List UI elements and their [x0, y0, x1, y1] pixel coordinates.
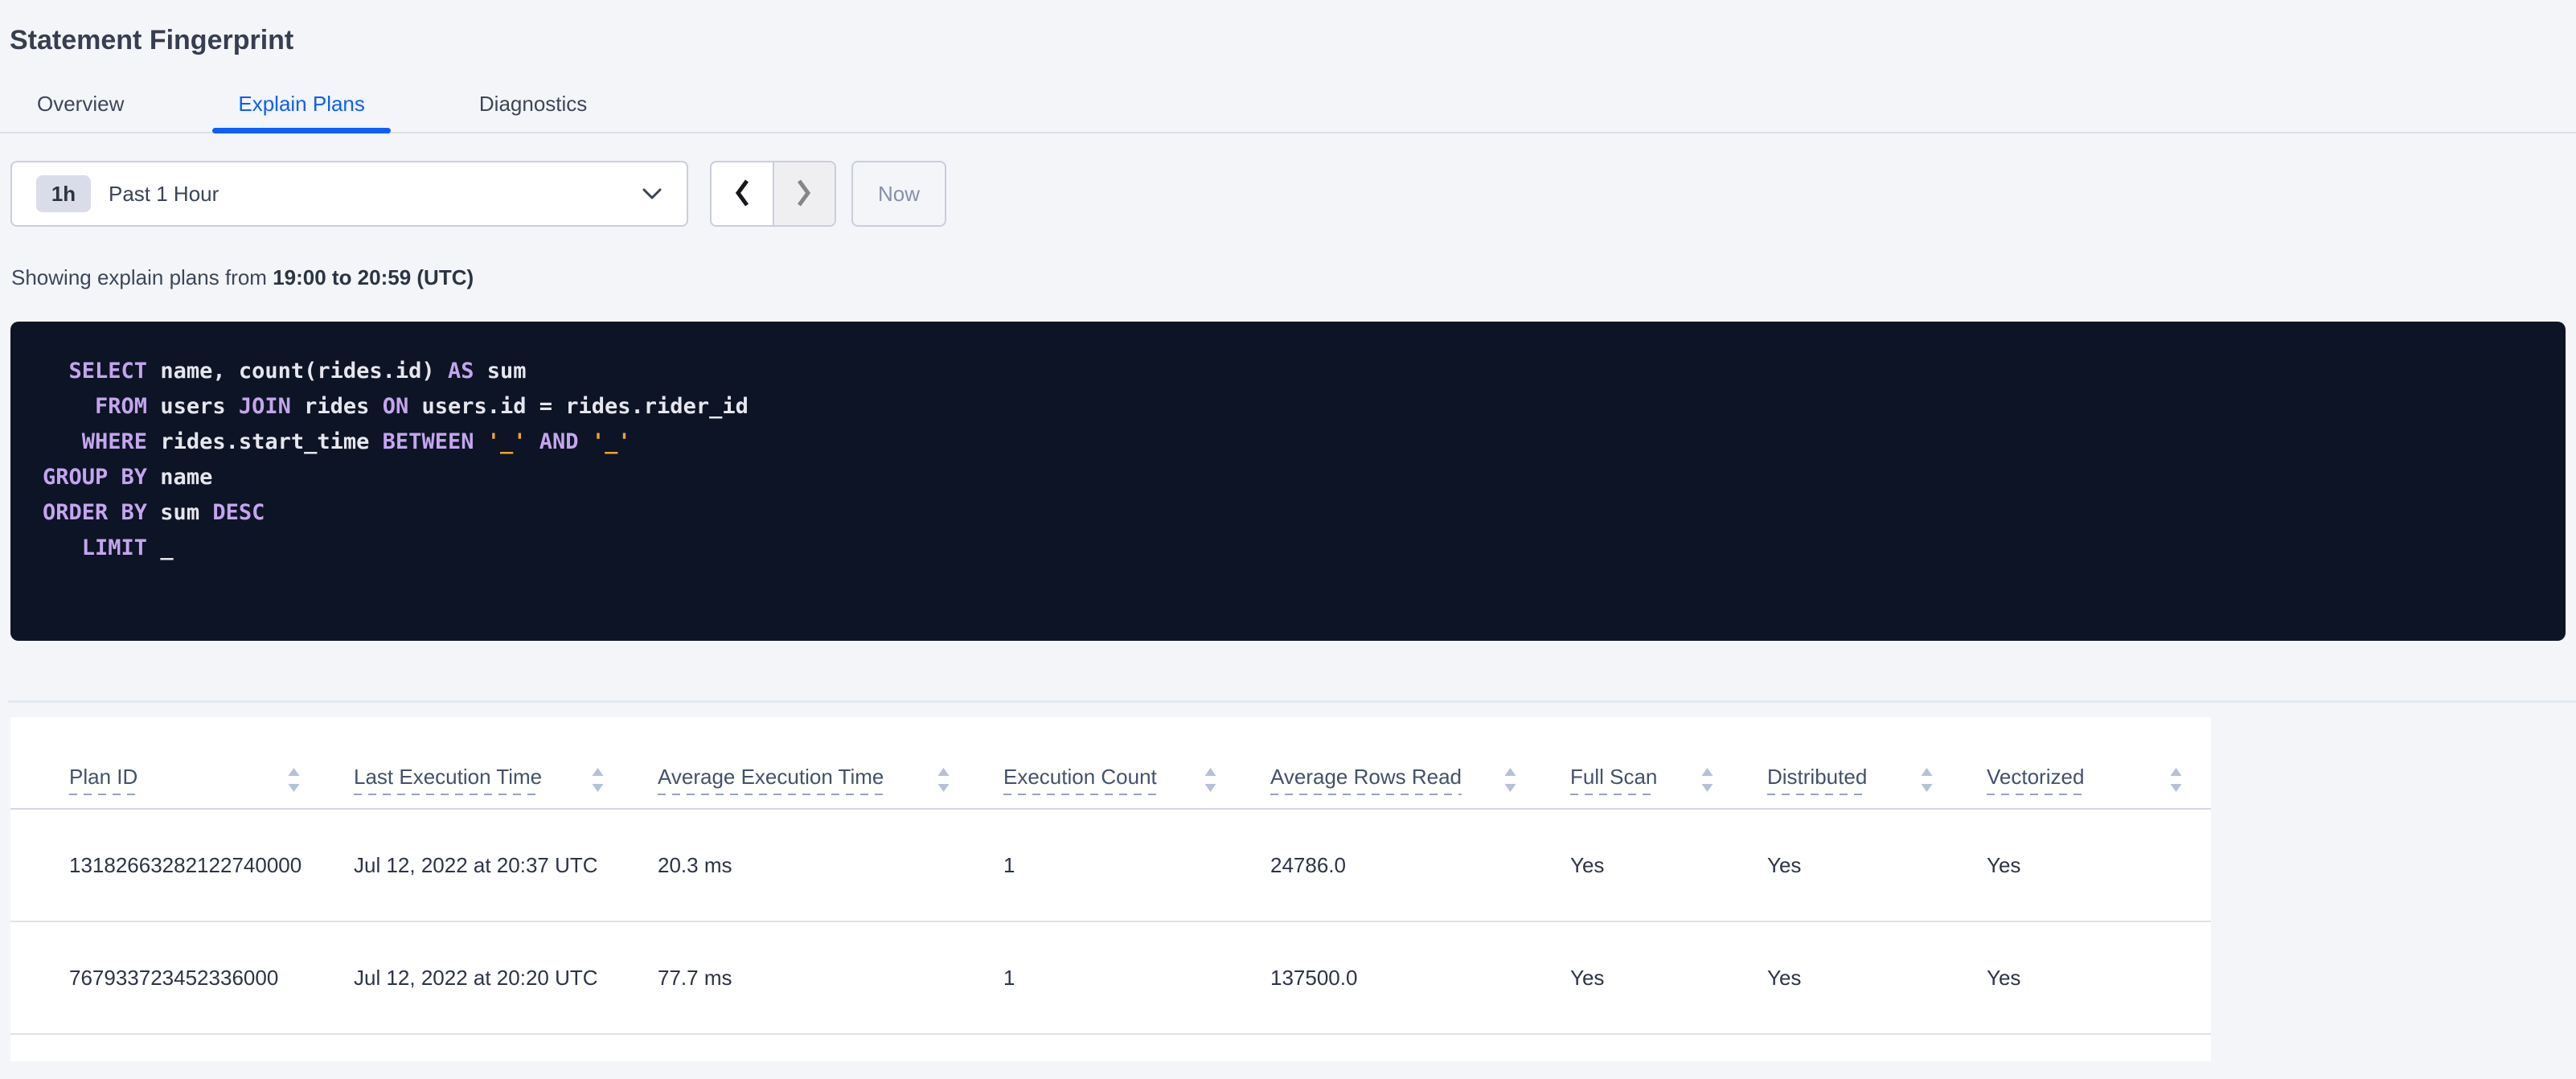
column-header-label: Vectorized [1987, 765, 2085, 795]
next-range-button[interactable] [772, 162, 835, 225]
column-header-average-rows-read[interactable]: Average Rows Read [1270, 765, 1570, 808]
column-header-label: Execution Count [1003, 765, 1157, 795]
tab-label: Explain Plans [238, 91, 365, 116]
table-row[interactable]: 13182663282122740000 Jul 12, 2022 at 20:3… [10, 810, 2211, 922]
column-header-label: Average Rows Read [1270, 765, 1462, 795]
tab-label: Diagnostics [478, 91, 588, 116]
cell-execution-count: 1 [1003, 852, 1015, 877]
chevron-down-icon [642, 187, 662, 200]
status-line: Showing explain plans from 19:00 to 20:5… [11, 265, 474, 290]
column-header-label: Last Execution Time [354, 765, 543, 795]
time-nav-button-group [710, 161, 836, 227]
cell-plan-id: 767933723452336000 [69, 965, 279, 990]
cell-last-execution-time: Jul 12, 2022 at 20:20 UTC [354, 965, 598, 990]
column-header-label: Plan ID [69, 765, 138, 795]
column-header-last-execution-time[interactable]: Last Execution Time [354, 765, 658, 808]
cell-distributed: Yes [1767, 852, 1802, 877]
table-header-row: Plan ID Last Execution Time Average Exec… [10, 717, 2211, 810]
time-interval-badge: 1h [36, 175, 91, 212]
section-divider [8, 700, 2576, 703]
explain-plans-table: Plan ID Last Execution Time Average Exec… [10, 717, 2211, 1061]
page-title: Statement Fingerprint [10, 24, 294, 55]
cell-vectorized: Yes [1987, 852, 2021, 877]
column-header-vectorized[interactable]: Vectorized [1987, 765, 2195, 808]
column-header-label: Distributed [1767, 765, 1868, 795]
column-header-label: Average Execution Time [658, 765, 884, 795]
tab-bar: Overview Explain Plans Diagnostics [0, 77, 2576, 133]
cell-distributed: Yes [1767, 965, 1802, 990]
column-header-plan-id[interactable]: Plan ID [69, 765, 354, 808]
sql-line: SELECT name, count(rides.id) AS sum [68, 359, 527, 384]
column-header-label: Full Scan [1570, 765, 1658, 795]
status-prefix: Showing explain plans from [11, 265, 273, 289]
cell-average-execution-time: 77.7 ms [658, 965, 732, 990]
sql-statement-box: SELECT name, count(rides.id) AS sum FROM… [10, 322, 2566, 641]
sort-icon [1700, 765, 1715, 794]
time-range-label: Past 1 Hour [109, 181, 219, 206]
cell-average-rows-read: 24786.0 [1270, 852, 1346, 877]
cell-average-rows-read: 137500.0 [1270, 965, 1358, 990]
time-range-dropdown[interactable]: 1h Past 1 Hour [10, 161, 688, 227]
sort-icon [1503, 765, 1518, 794]
time-toolbar: 1h Past 1 Hour Now [10, 161, 946, 227]
chevron-left-icon [732, 177, 752, 211]
now-button[interactable]: Now [851, 161, 946, 227]
tab-label: Overview [37, 91, 125, 116]
cell-last-execution-time: Jul 12, 2022 at 20:37 UTC [354, 852, 598, 877]
table-body: 13182663282122740000 Jul 12, 2022 at 20:3… [10, 810, 2211, 1035]
sort-icon [2168, 765, 2184, 794]
column-header-full-scan[interactable]: Full Scan [1570, 765, 1767, 808]
cell-full-scan: Yes [1570, 852, 1605, 877]
sort-icon [936, 765, 951, 794]
sql-line: GROUP BY name [43, 465, 213, 490]
table-row[interactable]: 767933723452336000 Jul 12, 2022 at 20:20 … [10, 922, 2211, 1035]
sort-icon [590, 765, 605, 794]
statement-fingerprint-page: Statement Fingerprint Overview Explain Pl… [0, 0, 2576, 1079]
column-header-distributed[interactable]: Distributed [1767, 765, 1987, 808]
sort-icon [286, 765, 301, 794]
previous-range-button[interactable] [712, 162, 773, 225]
tab-overview[interactable]: Overview [11, 76, 150, 132]
sort-icon [1203, 765, 1218, 794]
cell-average-execution-time: 20.3 ms [658, 852, 732, 877]
chevron-right-icon [794, 177, 814, 211]
sql-line: LIMIT _ [81, 535, 174, 560]
sql-statement: SELECT name, count(rides.id) AS sum FROM… [43, 354, 2533, 566]
sql-line: FROM users JOIN rides ON users.id = ride… [95, 394, 749, 419]
cell-full-scan: Yes [1570, 965, 1605, 990]
cell-execution-count: 1 [1003, 965, 1015, 990]
cell-vectorized: Yes [1987, 965, 2021, 990]
tab-explain-plans[interactable]: Explain Plans [212, 76, 391, 133]
sql-line: ORDER BY sum DESC [43, 500, 265, 525]
cell-plan-id: 13182663282122740000 [69, 852, 302, 877]
sort-icon [1919, 765, 1934, 794]
status-time-range: 19:00 to 20:59 (UTC) [273, 265, 474, 289]
sql-line: WHERE rides.start_time BETWEEN '_' AND '… [81, 429, 631, 454]
column-header-average-execution-time[interactable]: Average Execution Time [658, 765, 1003, 808]
tab-diagnostics[interactable]: Diagnostics [453, 76, 613, 132]
column-header-execution-count[interactable]: Execution Count [1003, 765, 1270, 808]
